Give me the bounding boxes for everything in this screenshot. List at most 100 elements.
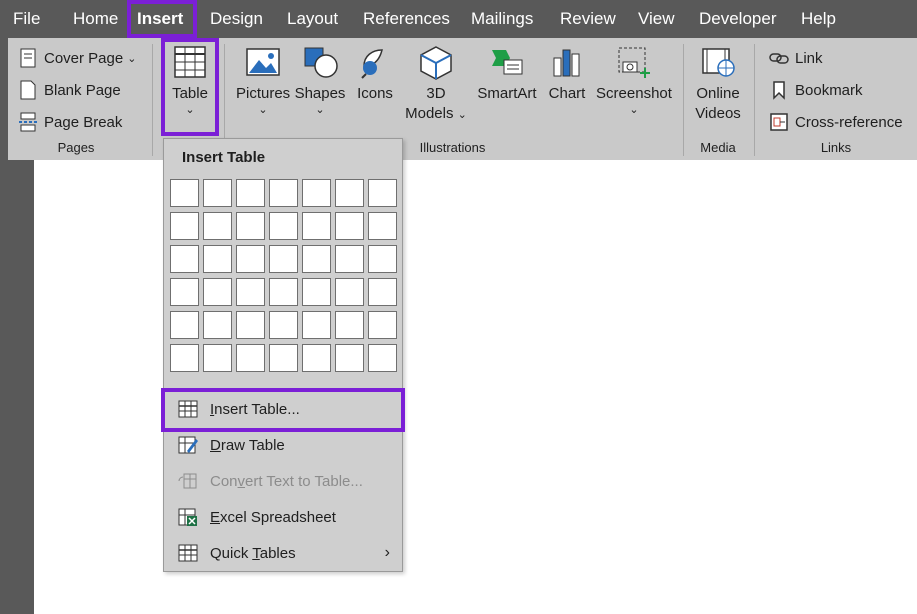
dropdown-title: Insert Table [182, 149, 266, 166]
table-grid-cell[interactable] [335, 278, 364, 306]
table-grid-cell[interactable] [335, 212, 364, 240]
table-grid-cell[interactable] [269, 212, 298, 240]
illustrations-group-label: Illustrations [419, 140, 486, 155]
quick-tables-prefix: Quick [210, 544, 253, 562]
table-grid-cell[interactable] [269, 311, 298, 339]
tab-help[interactable]: Help [801, 0, 836, 38]
table-grid-cell[interactable] [302, 311, 331, 339]
table-grid-cell[interactable] [170, 179, 199, 207]
blank-page-label: Blank Page [44, 81, 121, 99]
smartart-icon [476, 44, 538, 84]
table-grid-cell[interactable] [302, 212, 331, 240]
table-grid-cell[interactable] [269, 278, 298, 306]
icons-label: Icons [357, 85, 393, 102]
chart-button[interactable]: Chart [546, 44, 588, 104]
table-grid-cell[interactable] [170, 245, 199, 273]
icons-icon [354, 44, 396, 84]
page-break-icon [18, 112, 38, 132]
models-text: Models [405, 105, 454, 122]
table-grid-cell[interactable] [302, 344, 331, 372]
shapes-icon [294, 44, 346, 84]
smartart-button[interactable]: SmartArt [476, 44, 538, 104]
blank-page-icon [18, 80, 38, 100]
table-grid-cell[interactable] [203, 278, 232, 306]
table-grid-cell[interactable] [368, 179, 397, 207]
table-grid-cell[interactable] [170, 212, 199, 240]
table-grid-cell[interactable] [302, 278, 331, 306]
table-grid-cell[interactable] [368, 278, 397, 306]
quick-tables-icon [178, 543, 198, 563]
table-grid-cell[interactable] [236, 245, 265, 273]
table-grid-cell[interactable] [236, 212, 265, 240]
screenshot-label: Screenshot [596, 85, 672, 102]
tab-file[interactable]: File [13, 0, 40, 38]
table-grid-cell[interactable] [335, 311, 364, 339]
table-grid-cell[interactable] [368, 212, 397, 240]
table-grid-cell[interactable] [335, 245, 364, 273]
blank-page-button[interactable]: Blank Page [18, 78, 121, 102]
excel-spreadsheet-menu-item[interactable]: Excel Spreadsheet [164, 499, 402, 535]
excel-icon [178, 507, 198, 527]
pictures-label: Pictures [236, 85, 291, 102]
navigation-gutter [0, 160, 34, 614]
table-grid-cell[interactable] [269, 344, 298, 372]
pictures-icon [236, 44, 290, 84]
draw-table-menu-item[interactable]: Draw Table [164, 427, 402, 463]
chart-label: Chart [548, 85, 586, 102]
table-grid-cell[interactable] [170, 311, 199, 339]
table-grid-cell[interactable] [269, 179, 298, 207]
ribbon-edge [0, 38, 8, 160]
tab-home[interactable]: Home [73, 0, 118, 38]
table-grid-cell[interactable] [269, 245, 298, 273]
icons-button[interactable]: Icons [354, 44, 396, 104]
table-grid-cell[interactable] [368, 311, 397, 339]
menu-bar: File Home Insert Design Layout Reference… [0, 0, 917, 38]
table-grid-cell[interactable] [335, 344, 364, 372]
table-grid-cell[interactable] [236, 278, 265, 306]
table-grid-cell[interactable] [236, 344, 265, 372]
tab-design[interactable]: Design [210, 0, 263, 38]
table-grid-cell[interactable] [302, 245, 331, 273]
table-grid-cell[interactable] [203, 179, 232, 207]
chart-icon [546, 44, 588, 84]
table-grid-cell[interactable] [236, 179, 265, 207]
quick-tables-menu-item[interactable]: Quick Tables › [164, 535, 402, 571]
convert-text-to-table-menu-item[interactable]: Convert Text to Table... [164, 463, 402, 499]
tab-insert[interactable]: Insert [127, 0, 197, 38]
tab-developer[interactable]: Developer [699, 0, 777, 38]
cross-reference-button[interactable]: Cross-reference [769, 110, 903, 134]
page-break-button[interactable]: Page Break [18, 110, 122, 134]
table-grid-cell[interactable] [203, 344, 232, 372]
tab-view[interactable]: View [638, 0, 675, 38]
pictures-button[interactable]: Pictures ⌄ [236, 44, 290, 116]
table-grid-cell[interactable] [368, 344, 397, 372]
3d-models-button[interactable]: 3D Models ⌄ [404, 44, 468, 125]
bookmark-button[interactable]: Bookmark [769, 78, 863, 102]
table-grid-cell[interactable] [170, 278, 199, 306]
tab-layout[interactable]: Layout [287, 0, 338, 38]
links-group-label: Links [820, 140, 852, 155]
online-videos-button[interactable]: Online Videos [692, 44, 744, 124]
table-grid-cell[interactable] [203, 311, 232, 339]
table-grid-cell[interactable] [203, 212, 232, 240]
tab-references[interactable]: References [363, 0, 450, 38]
tab-mailings[interactable]: Mailings [471, 0, 533, 38]
insert-table-dropdown: Insert Table Insert Table... Draw Table … [163, 138, 403, 572]
table-grid-cell[interactable] [368, 245, 397, 273]
cover-page-icon [18, 48, 38, 68]
tab-review[interactable]: Review [560, 0, 616, 38]
table-grid-cell[interactable] [203, 245, 232, 273]
link-button[interactable]: Link [769, 46, 823, 70]
draw-table-label: Draw Table [210, 437, 285, 454]
cross-reference-icon [769, 112, 789, 132]
online-label: Online [696, 85, 740, 102]
convert-text-text: ert Text to Table... [245, 472, 363, 490]
table-grid-cell[interactable] [335, 179, 364, 207]
cover-page-button[interactable]: Cover Page ⌄ [18, 46, 136, 70]
screenshot-button[interactable]: Screenshot ⌄ [596, 44, 672, 116]
table-grid-cell[interactable] [236, 311, 265, 339]
table-grid-cell[interactable] [302, 179, 331, 207]
table-grid-cell[interactable] [170, 344, 199, 372]
chevron-down-icon: ⌄ [457, 109, 467, 121]
shapes-button[interactable]: Shapes ⌄ [294, 44, 346, 116]
